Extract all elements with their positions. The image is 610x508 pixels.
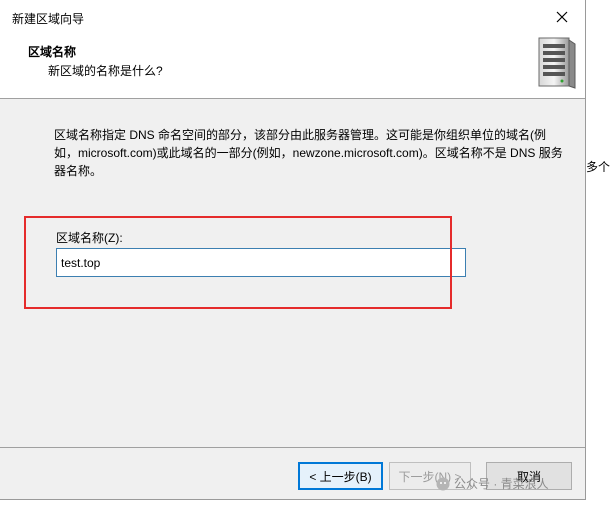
watermark: 公众号 · 青菜浪人 (436, 475, 549, 492)
wizard-header: 区域名称 新区域的名称是什么? (0, 33, 585, 99)
title-bar: 新建区域向导 (0, 0, 585, 33)
close-icon (556, 11, 568, 22)
page-title: 区域名称 (28, 45, 77, 59)
background-window-text: 多个 (586, 160, 610, 174)
zone-name-description: 区域名称指定 DNS 命名空间的部分，该部分由此服务器管理。这可能是你组织单位的… (54, 128, 563, 178)
wechat-icon (436, 477, 450, 490)
footer-divider (0, 447, 585, 448)
back-button[interactable]: < 上一步(B) (298, 462, 383, 490)
watermark-text: 公众号 · 青菜浪人 (454, 477, 549, 491)
server-icon (538, 37, 576, 89)
page-subtitle: 新区域的名称是什么? (48, 64, 163, 78)
close-button[interactable] (539, 0, 585, 33)
background-window (586, 0, 610, 508)
highlight-box (24, 216, 452, 309)
window-title: 新建区域向导 (12, 12, 85, 26)
new-zone-wizard-dialog: 新建区域向导 区域名称 新区域的名称是什么? 区域名称指定 DNS 命名空间的部… (0, 0, 586, 500)
